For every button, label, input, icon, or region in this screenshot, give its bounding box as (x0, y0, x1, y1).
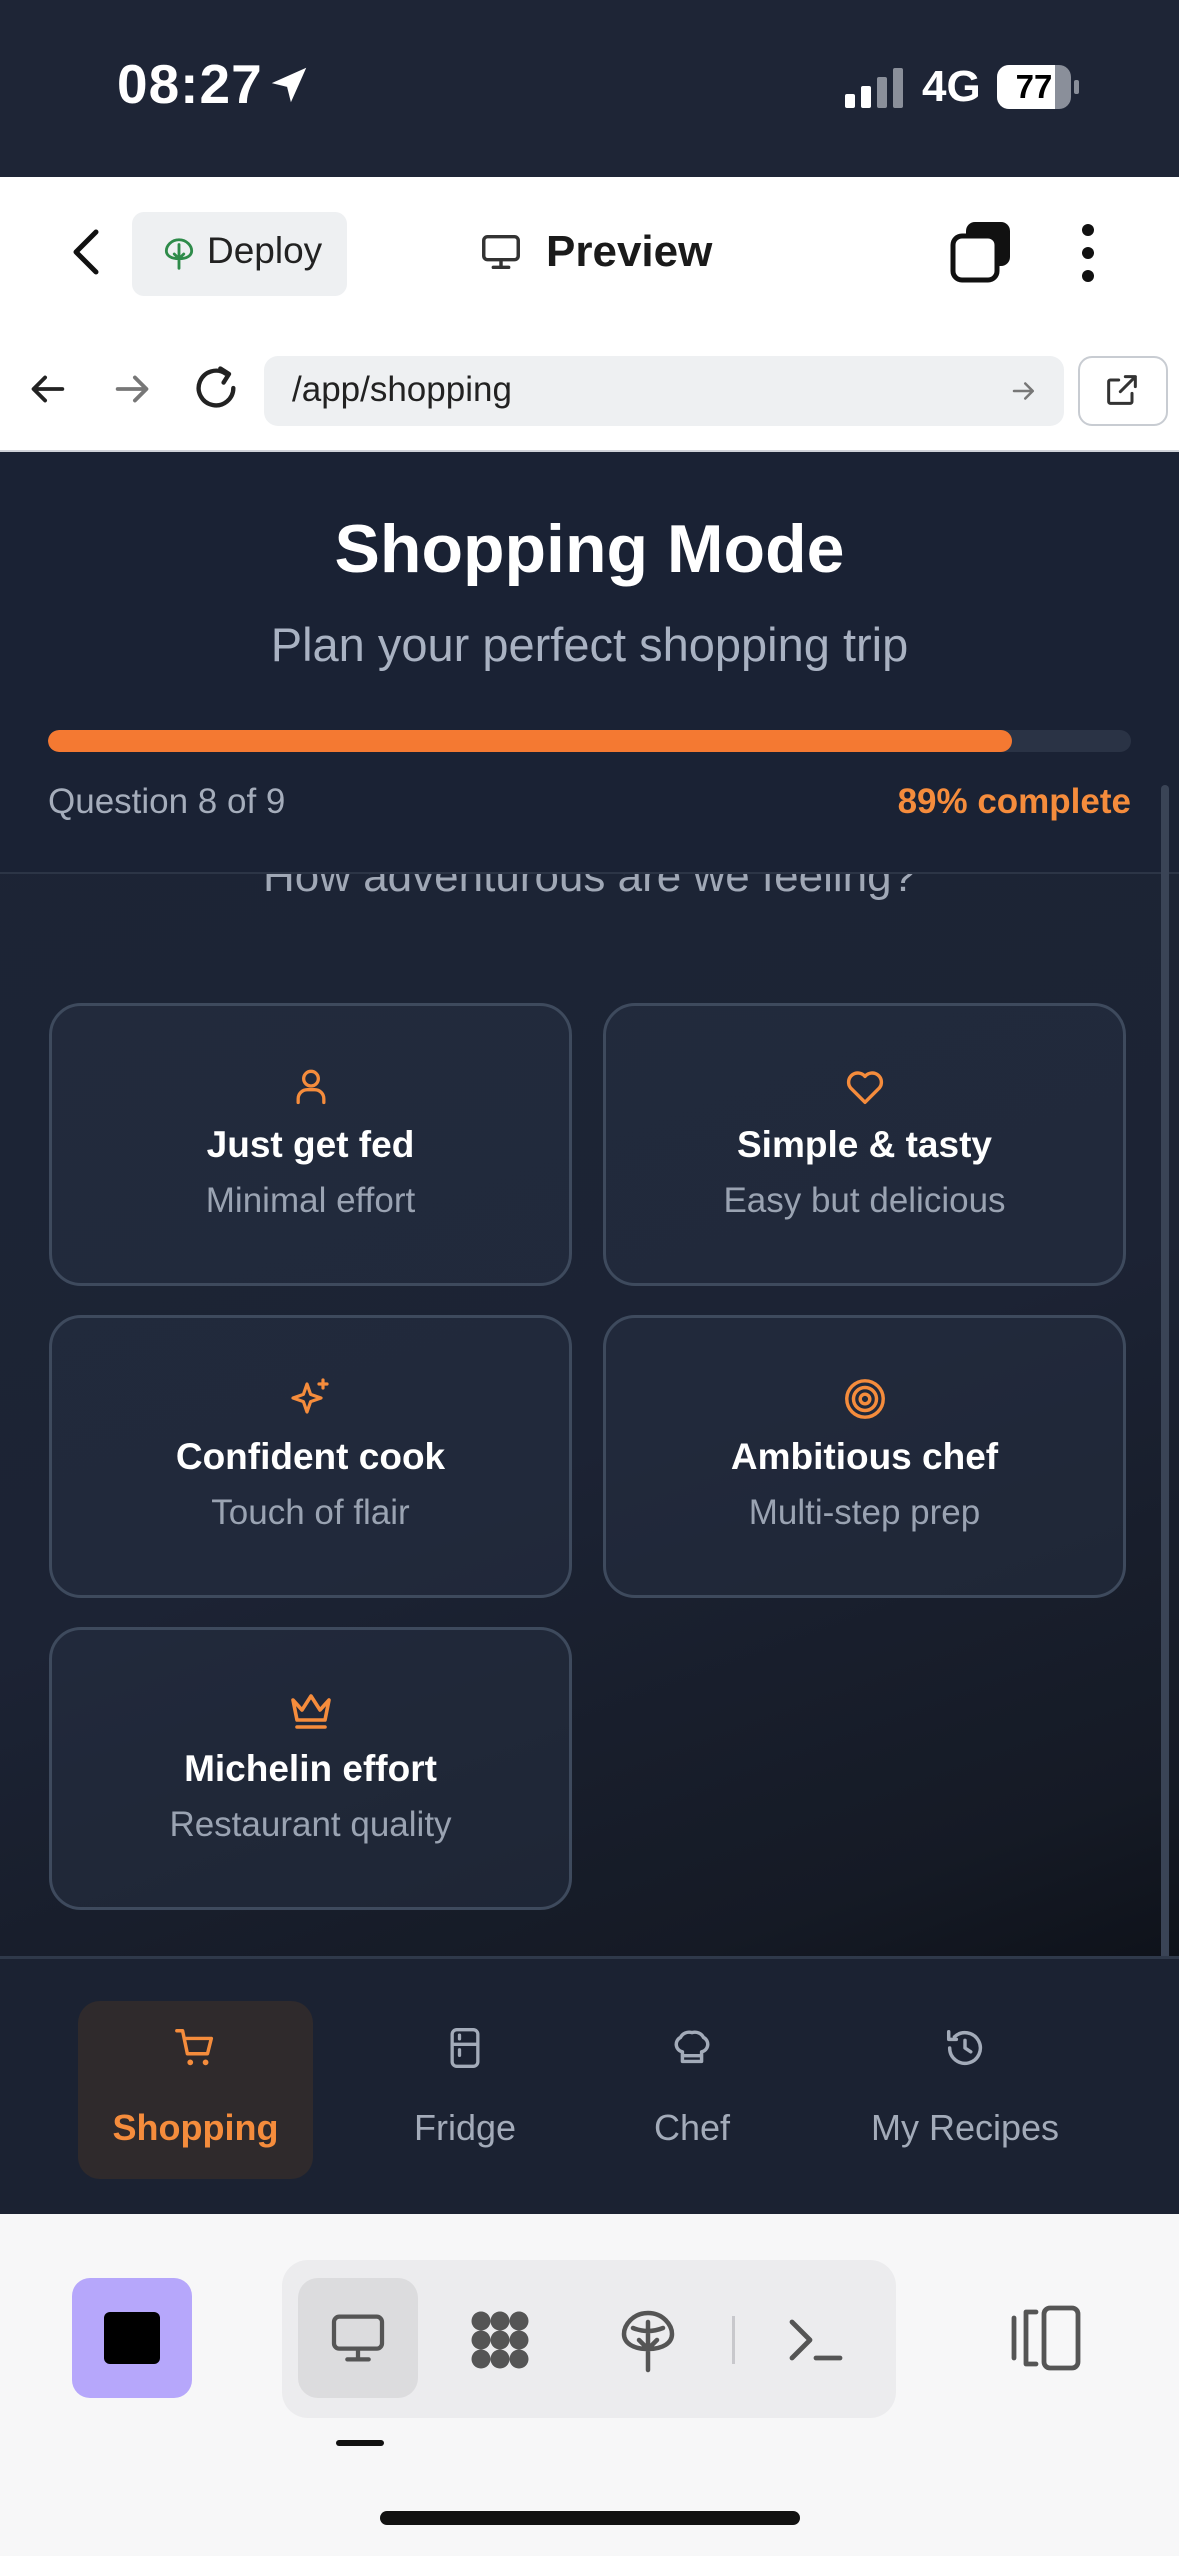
preview-label: Preview (546, 227, 713, 276)
question-text: How adventurous are we feeling? (262, 874, 917, 901)
option-michelin-effort[interactable]: Michelin effort Restaurant quality (49, 1627, 572, 1910)
nav-label: Shopping (112, 2107, 279, 2148)
url-bar: /app/shopping (0, 330, 1179, 452)
option-simple-tasty[interactable]: Simple & tasty Easy but delicious (603, 1003, 1126, 1286)
deploy-button[interactable]: Deploy (132, 212, 347, 296)
target-icon (844, 1379, 885, 1419)
shopping-cart-icon (174, 2029, 213, 2066)
external-link-icon (1107, 375, 1137, 405)
nav-forward-icon[interactable] (110, 366, 156, 412)
stop-icon (104, 2312, 160, 2364)
tool-group (282, 2260, 896, 2418)
deploy-tree-icon[interactable] (612, 2302, 684, 2378)
page-title: Shopping Mode (334, 511, 845, 587)
quiz-header: Shopping Mode Plan your perfect shopping… (0, 452, 1179, 874)
url-text: /app/shopping (292, 370, 512, 409)
option-title: Just get fed (206, 1124, 415, 1165)
percent-complete: 89% complete (897, 782, 1131, 821)
deploy-label: Deploy (207, 230, 323, 271)
option-subtitle: Minimal effort (205, 1181, 416, 1220)
heart-icon (846, 1071, 883, 1105)
side-panel-icon[interactable] (1008, 2302, 1084, 2374)
question-count: Question 8 of 9 (48, 782, 286, 821)
person-icon (296, 1069, 325, 1105)
battery-indicator: 77 (997, 65, 1079, 109)
option-ambitious-chef[interactable]: Ambitious chef Multi-step prep (603, 1315, 1126, 1598)
url-input[interactable]: /app/shopping (264, 356, 1064, 426)
option-title: Simple & tasty (737, 1124, 992, 1165)
active-tool-indicator (336, 2440, 384, 2446)
deploy-tree-icon (164, 238, 194, 270)
signal-icon (845, 68, 903, 108)
nav-back-icon[interactable] (24, 366, 70, 412)
more-vertical-icon[interactable] (1073, 222, 1103, 284)
stop-button[interactable] (72, 2278, 192, 2398)
monitor-icon (331, 2314, 385, 2362)
nav-label: Chef (653, 2107, 731, 2148)
option-title: Ambitious chef (730, 1436, 999, 1477)
history-icon (946, 2029, 983, 2066)
nav-tab-shopping[interactable]: Shopping (78, 2001, 313, 2179)
app-content: How adventurous are we feeling? Just get… (0, 452, 1179, 2214)
home-indicator (380, 2511, 800, 2525)
option-subtitle: Easy but delicious (723, 1181, 1006, 1220)
nav-tab-chef[interactable]: Chef (612, 2001, 772, 2179)
reload-icon[interactable] (190, 362, 242, 414)
go-arrow-icon[interactable] (1009, 376, 1039, 406)
network-type: 4G (922, 62, 981, 111)
battery-level: 77 (1015, 68, 1053, 105)
option-title: Confident cook (175, 1436, 446, 1477)
crown-icon (290, 1694, 331, 1729)
sparkles-icon (290, 1378, 329, 1414)
scrollbar[interactable] (1161, 785, 1169, 2035)
tool-dock (0, 2214, 1179, 2556)
option-just-get-fed[interactable]: Just get fed Minimal effort (49, 1003, 572, 1286)
windows-stack-icon[interactable] (950, 222, 1012, 284)
nav-tab-my-recipes[interactable]: My Recipes (840, 2001, 1090, 2179)
nav-tab-fridge[interactable]: Fridge (380, 2001, 550, 2179)
option-subtitle: Touch of flair (211, 1493, 410, 1532)
nav-label: My Recipes (870, 2107, 1060, 2148)
status-time: 08:27 (117, 53, 263, 115)
monitor-icon (482, 234, 520, 270)
option-subtitle: Multi-step prep (748, 1493, 981, 1532)
tool-divider (732, 2316, 735, 2364)
page-subtitle: Plan your perfect shopping trip (270, 618, 909, 671)
back-chevron-icon[interactable] (60, 222, 110, 282)
location-arrow-icon (271, 67, 307, 103)
progress-fill (48, 730, 1012, 752)
chef-hat-icon (674, 2030, 710, 2064)
components-icon[interactable] (462, 2302, 538, 2378)
fridge-icon (450, 2028, 480, 2068)
progress-bar (48, 730, 1131, 752)
nav-label: Fridge (413, 2107, 517, 2148)
option-title: Michelin effort (184, 1748, 437, 1789)
app-toolbar: Deploy Preview (0, 177, 1179, 332)
status-bar: 08:27 4G 77 (0, 0, 1179, 177)
open-external-button[interactable] (1078, 356, 1168, 426)
terminal-icon[interactable] (780, 2304, 852, 2376)
desktop-tool-button[interactable] (298, 2278, 418, 2398)
option-subtitle: Restaurant quality (169, 1805, 452, 1844)
option-confident-cook[interactable]: Confident cook Touch of flair (49, 1315, 572, 1598)
app-bottom-nav: Shopping Fridge Chef My Recipes (0, 1956, 1179, 2217)
